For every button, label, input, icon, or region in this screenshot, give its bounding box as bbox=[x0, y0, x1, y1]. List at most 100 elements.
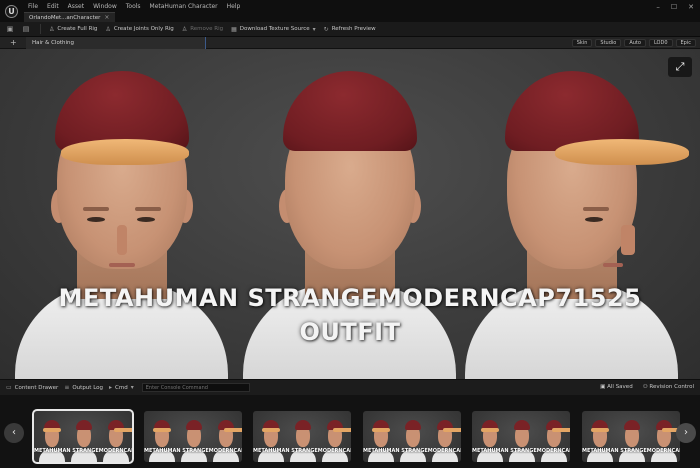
remove-rig-icon: ♙ bbox=[181, 25, 188, 33]
close-tab-icon[interactable]: × bbox=[104, 14, 109, 21]
thumbnail-figure bbox=[69, 416, 99, 462]
cap-brim bbox=[372, 428, 390, 432]
refresh-preview-button[interactable]: ↻ Refresh Preview bbox=[324, 26, 376, 33]
thumbnail-figure bbox=[366, 416, 396, 462]
cap-crown bbox=[283, 71, 417, 151]
revision-control-label: Revision Control bbox=[649, 384, 694, 390]
eye bbox=[87, 217, 105, 222]
revision-control-button[interactable]: ⚇ Revision Control bbox=[643, 384, 694, 390]
thumbnail[interactable]: METAHUMAN STRANGEMODERNCAP71525 bbox=[32, 409, 134, 464]
thumbnail-figure bbox=[179, 416, 209, 462]
content-drawer-button[interactable]: ▭ Content Drawer bbox=[6, 384, 58, 391]
studio-dropdown[interactable]: Studio bbox=[595, 39, 622, 47]
cap-brim bbox=[555, 139, 689, 165]
eye bbox=[137, 217, 155, 222]
quality-dropdown[interactable]: Epic bbox=[675, 39, 696, 47]
close-window-icon[interactable]: ✕ bbox=[688, 3, 694, 11]
cap-brim bbox=[591, 428, 609, 432]
cmd-dropdown[interactable]: ▸ Cmd ▾ bbox=[109, 384, 134, 391]
previous-arrow-icon[interactable]: ‹ bbox=[4, 423, 24, 443]
unreal-engine-logo-icon[interactable]: U bbox=[5, 5, 18, 18]
thumbnail-figure bbox=[539, 416, 570, 462]
remove-rig-button[interactable]: ♙ Remove Rig bbox=[182, 26, 223, 33]
eyebrow bbox=[83, 207, 109, 211]
document-tab-label: OrlandoMet...anCharacter bbox=[29, 14, 101, 21]
thumbnail-figure bbox=[147, 416, 177, 462]
document-tab[interactable]: OrlandoMet...anCharacter × bbox=[24, 12, 116, 22]
cap-brim bbox=[552, 428, 570, 432]
maximize-icon[interactable]: ☐ bbox=[671, 3, 677, 11]
nose bbox=[621, 225, 635, 255]
breadcrumb[interactable]: Hair & Clothing bbox=[26, 37, 206, 49]
thumbnail-figure bbox=[585, 416, 615, 462]
menu-help[interactable]: Help bbox=[227, 3, 241, 10]
create-joints-only-rig-button[interactable]: ♙ Create Joints Only Rig bbox=[105, 26, 173, 33]
eyebrow bbox=[583, 207, 609, 211]
all-saved-label: All Saved bbox=[607, 384, 633, 390]
fullscreen-icon[interactable]: ⤢ bbox=[668, 57, 692, 77]
thumbnail-figure bbox=[320, 416, 351, 462]
output-log-button[interactable]: ≡ Output Log bbox=[64, 384, 103, 391]
cap-brim bbox=[481, 428, 499, 432]
thumbnail-figure bbox=[398, 416, 428, 462]
eyebrow bbox=[135, 207, 161, 211]
auto-dropdown[interactable]: Auto bbox=[624, 39, 646, 47]
create-full-rig-button[interactable]: ♙ Create Full Rig bbox=[49, 26, 97, 33]
outfit-subtitle: OUTFIT bbox=[299, 318, 401, 346]
save-icon[interactable]: ▣ bbox=[4, 24, 16, 35]
minimize-icon[interactable]: – bbox=[656, 3, 660, 11]
create-joints-only-rig-label: Create Joints Only Rig bbox=[113, 26, 174, 32]
window-controls: – ☐ ✕ bbox=[656, 3, 694, 11]
thumbnail[interactable]: METAHUMAN STRANGEMODERNCAP71525 bbox=[582, 411, 680, 462]
next-arrow-icon[interactable]: › bbox=[676, 423, 696, 443]
add-icon[interactable]: + bbox=[10, 39, 17, 47]
lod-dropdown[interactable]: LOD0 bbox=[648, 39, 673, 47]
menu-file[interactable]: File bbox=[28, 3, 38, 10]
thumbnail-figure bbox=[649, 416, 680, 462]
menu-window[interactable]: Window bbox=[93, 3, 117, 10]
menu-asset[interactable]: Asset bbox=[68, 3, 84, 10]
mouth bbox=[109, 263, 135, 267]
rig-icon: ♙ bbox=[49, 25, 55, 33]
thumbnail[interactable]: METAHUMAN STRANGEMODERNCAP71525 bbox=[253, 411, 351, 462]
cap-brim bbox=[262, 428, 280, 432]
thumbnail-figure bbox=[475, 416, 505, 462]
console-command-input[interactable] bbox=[141, 383, 250, 392]
cap-brim bbox=[114, 428, 132, 432]
thumbnail-figure bbox=[37, 416, 67, 462]
thumbnail-figure bbox=[211, 416, 242, 462]
thumbnail-caption: METAHUMAN STRANGEMODERNCAP71525 bbox=[472, 448, 570, 454]
cap-crown bbox=[186, 420, 202, 430]
log-icon: ≡ bbox=[64, 384, 70, 391]
character-viewport[interactable]: METAHUMAN STRANGEMODERNCAP71525 OUTFIT ⤢ bbox=[0, 49, 700, 379]
mouth bbox=[603, 263, 623, 267]
cap-crown bbox=[624, 420, 640, 430]
cmd-label: Cmd bbox=[115, 384, 128, 391]
thumbnail[interactable]: METAHUMAN STRANGEMODERNCAP71525 bbox=[472, 411, 570, 462]
refresh-icon: ↻ bbox=[323, 25, 329, 33]
refresh-preview-label: Refresh Preview bbox=[331, 26, 376, 32]
thumbnail-caption: METAHUMAN STRANGEMODERNCAP71525 bbox=[34, 448, 132, 454]
thumbnail[interactable]: METAHUMAN STRANGEMODERNCAP71525 bbox=[363, 411, 461, 462]
menu-tools[interactable]: Tools bbox=[126, 3, 141, 10]
folder-icon: ▭ bbox=[6, 384, 12, 391]
menu-bar: U File Edit Asset Window Tools MetaHuman… bbox=[0, 0, 700, 22]
menu-metahuman-character[interactable]: MetaHuman Character bbox=[150, 3, 218, 10]
menu-edit[interactable]: Edit bbox=[47, 3, 59, 10]
skin-dropdown[interactable]: Skin bbox=[571, 39, 593, 47]
remove-rig-label: Remove Rig bbox=[190, 26, 224, 32]
all-saved-indicator[interactable]: ▣ All Saved bbox=[600, 384, 633, 390]
toolbar: ▣ ▤ ♙ Create Full Rig ♙ Create Joints On… bbox=[0, 22, 700, 37]
cap-brim bbox=[333, 428, 351, 432]
thumbnail-figure bbox=[288, 416, 318, 462]
thumbnail-caption: METAHUMAN STRANGEMODERNCAP71525 bbox=[144, 448, 242, 454]
download-texture-source-dropdown[interactable]: ▦ Download Texture Source ▾ bbox=[231, 26, 316, 33]
cap-brim bbox=[153, 428, 171, 432]
cap-crown bbox=[514, 420, 530, 430]
thumbnail[interactable]: METAHUMAN STRANGEMODERNCAP71525 bbox=[144, 411, 242, 462]
download-icon: ▦ bbox=[231, 25, 237, 33]
browse-icon[interactable]: ▤ bbox=[20, 24, 32, 35]
thumbnail-strip: ‹ METAHUMAN STRANGEMODERNCAP71525 METAHUM… bbox=[0, 395, 700, 468]
cap-brim bbox=[61, 139, 189, 165]
cap-brim bbox=[43, 428, 61, 432]
